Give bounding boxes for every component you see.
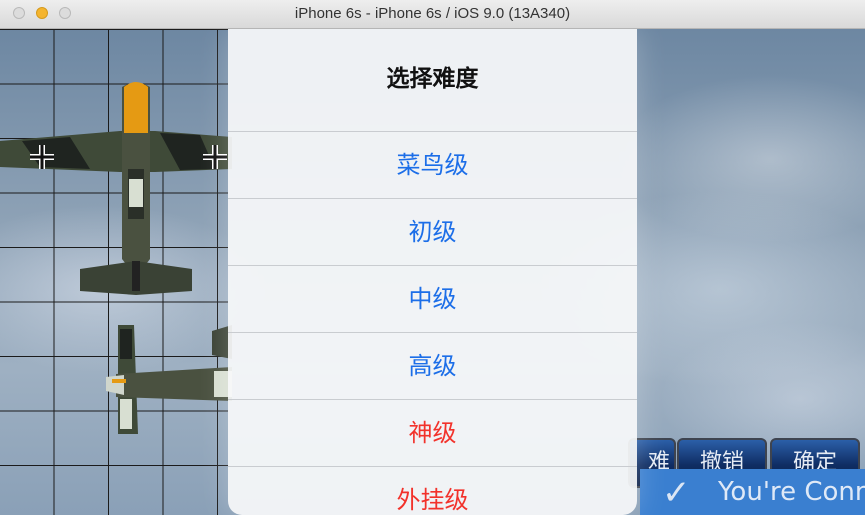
game-screen: 难度 撤销 确定 ✓ You're Conn 选择难度 菜鸟级 初级 中级 高级… [0,29,865,515]
action-sheet-title: 选择难度 [228,29,637,132]
window-title: iPhone 6s - iPhone 6s / iOS 9.0 (13A340) [294,5,571,22]
fighter-plane-icon [0,82,232,295]
option-rookie[interactable]: 菜鸟级 [228,132,637,199]
option-god[interactable]: 神级 [228,400,637,467]
checkmark-icon: ✓ [662,473,691,513]
difficulty-action-sheet: 选择难度 菜鸟级 初级 中级 高级 神级 外挂级 [228,29,637,515]
option-intermediate[interactable]: 中级 [228,266,637,333]
window-titlebar: iPhone 6s - iPhone 6s / iOS 9.0 (13A340) [0,0,865,29]
option-advanced[interactable]: 高级 [228,333,637,400]
option-cheat[interactable]: 外挂级 [228,467,637,515]
airplanes-graphic [0,82,232,434]
option-beginner[interactable]: 初级 [228,199,637,266]
connection-banner: ✓ You're Conn [640,469,865,515]
banner-text: You're Conn [718,477,865,507]
fighter-plane-icon [106,325,232,434]
